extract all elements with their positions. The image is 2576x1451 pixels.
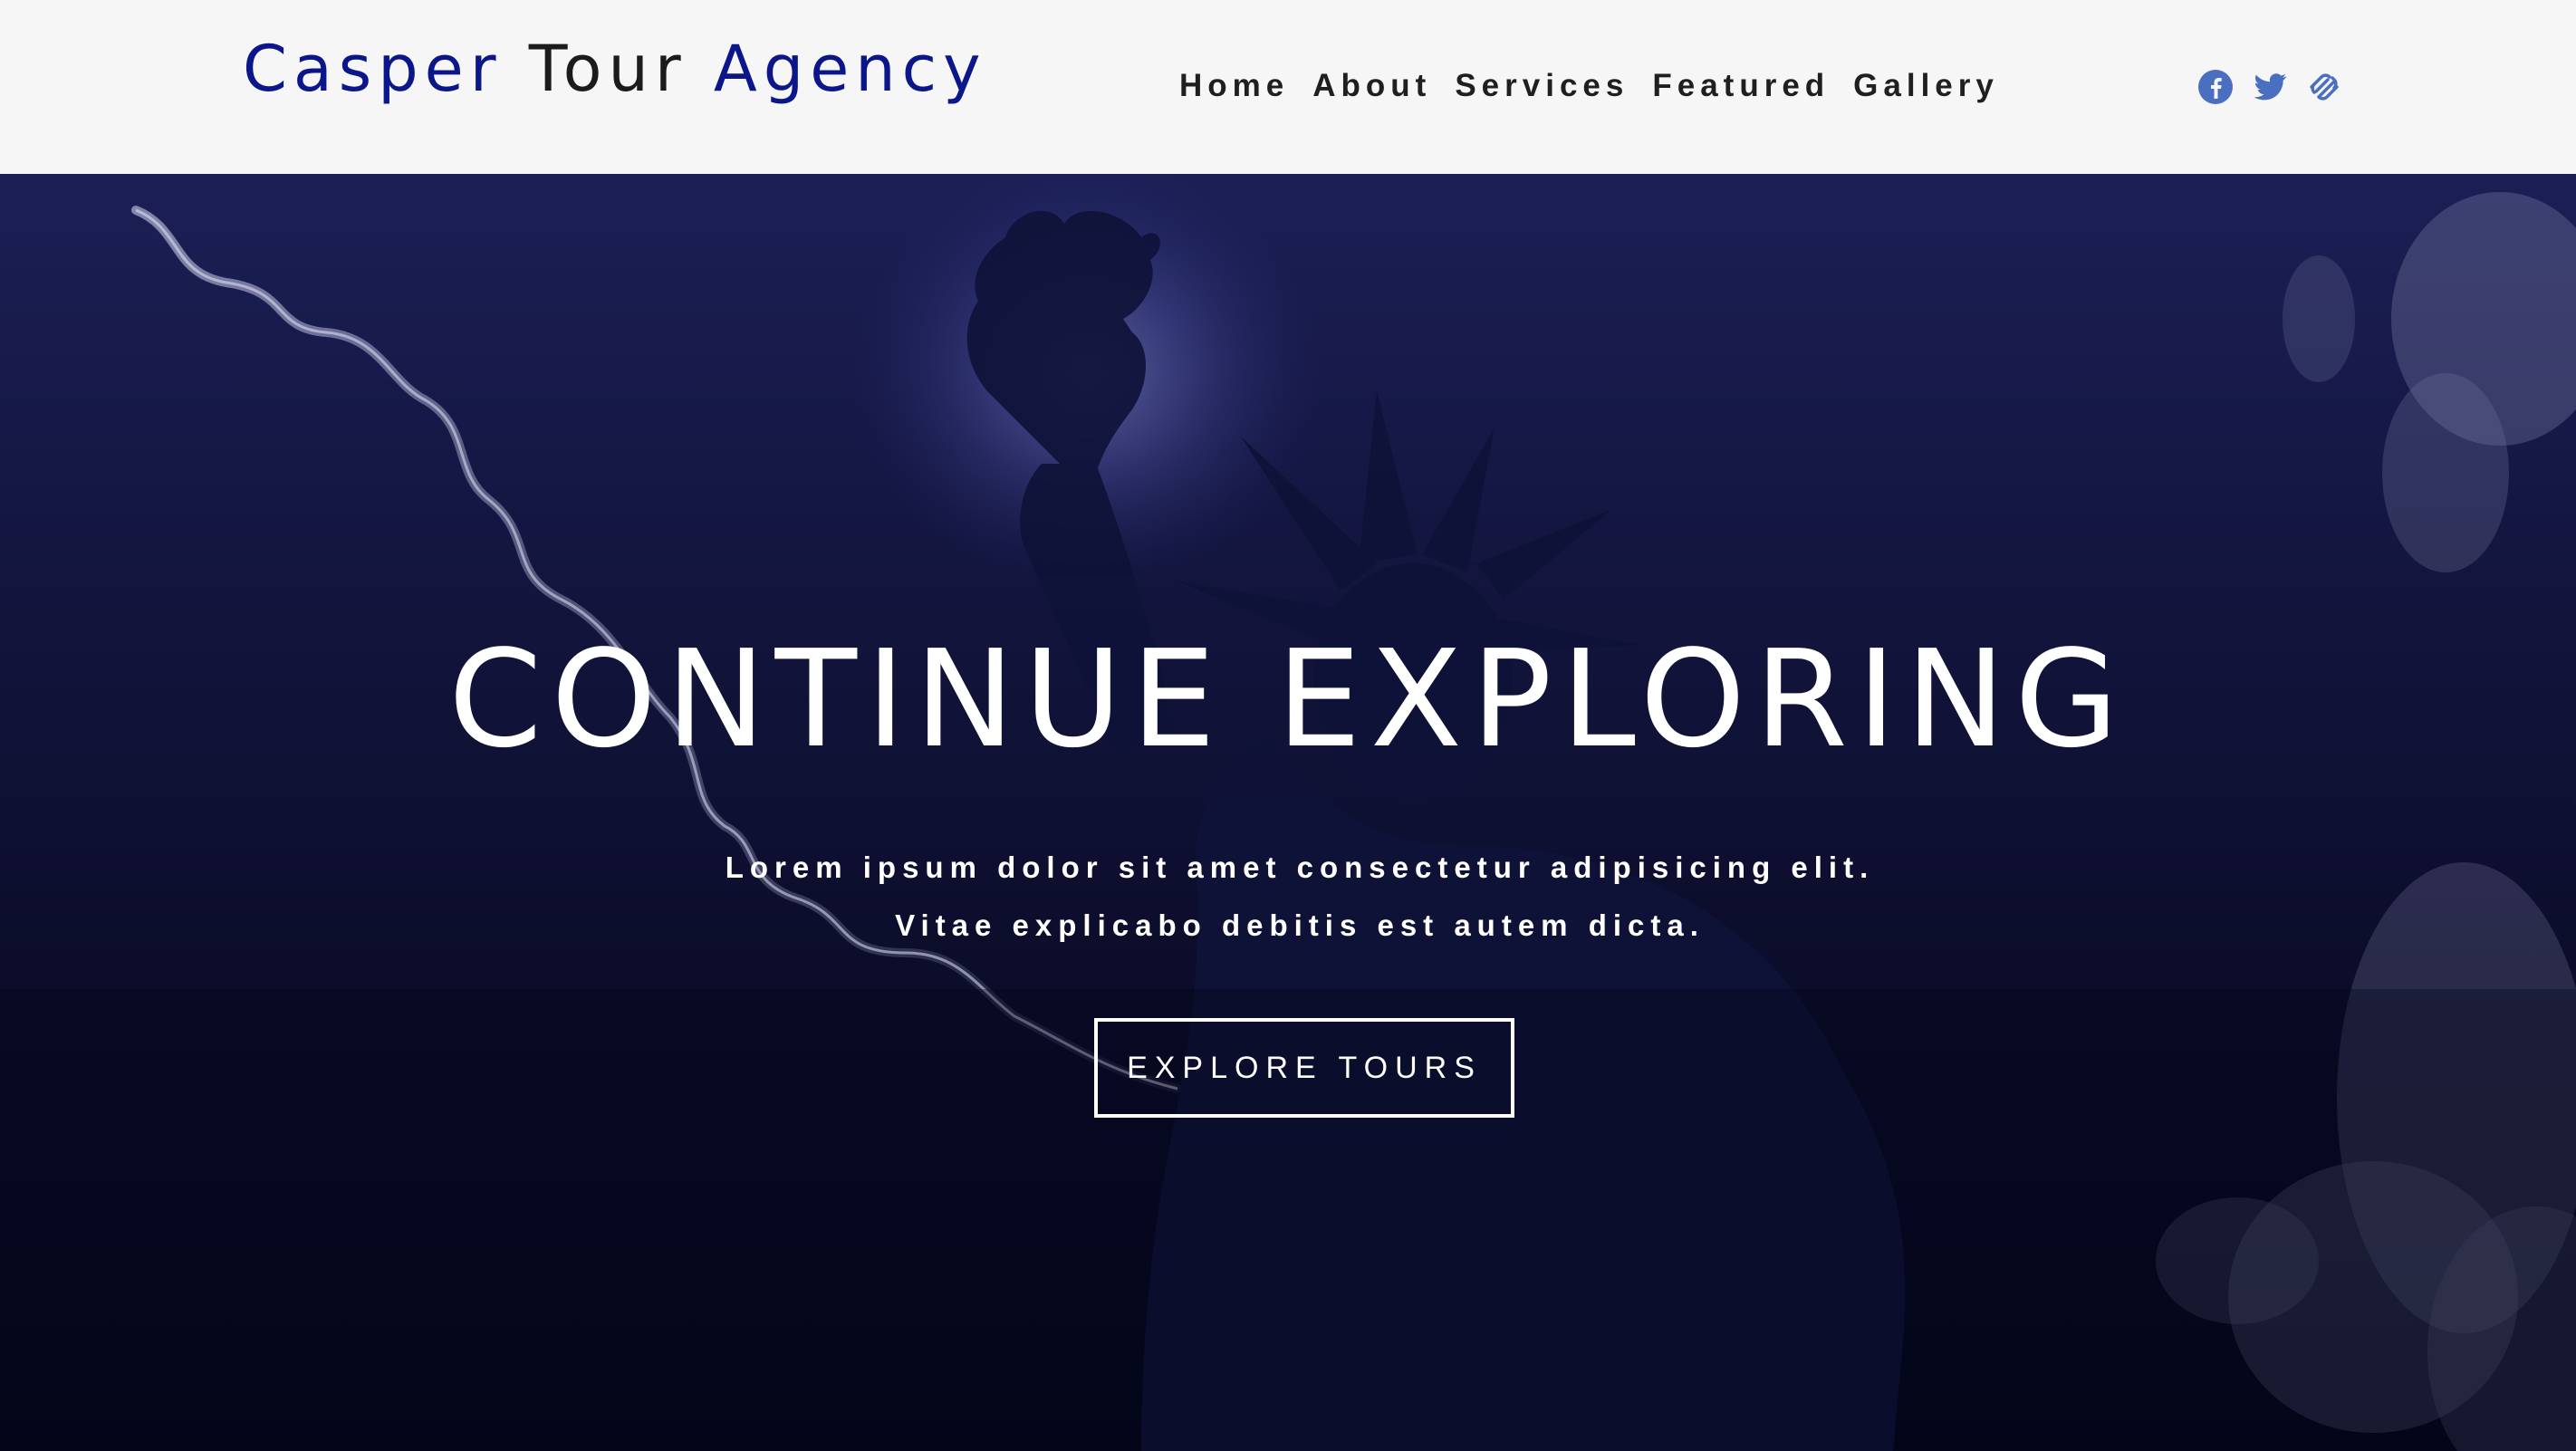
brand-name-part1: Casper (243, 32, 503, 106)
squarespace-icon[interactable] (2306, 69, 2342, 105)
nav-link-featured[interactable]: Featured (1652, 63, 1830, 109)
nav-link-about[interactable]: About (1312, 63, 1431, 109)
brand-logo[interactable]: Casper Tour Agency (243, 31, 987, 107)
hero-subtitle: Lorem ipsum dolor sit amet consectetur a… (725, 850, 1875, 942)
main-nav: Home About Services Featured Gallery (1179, 63, 1999, 109)
nav-link-services[interactable]: Services (1455, 63, 1629, 109)
social-links (2197, 69, 2342, 105)
nav-link-gallery[interactable]: Gallery (1853, 63, 1999, 109)
hero-section: CONTINUE EXPLORING Lorem ipsum dolor sit… (0, 174, 2576, 1451)
hero-background-image (0, 174, 2576, 1451)
twitter-icon[interactable] (2252, 69, 2288, 105)
explore-tours-button[interactable]: EXPLORE TOURS (1094, 1018, 1514, 1118)
nav-link-home[interactable]: Home (1179, 63, 1289, 109)
navbar: Casper Tour Agency Home About Services F… (0, 0, 2576, 174)
brand-name-part3: Agency (713, 32, 987, 106)
brand-name-part2: Tour (528, 32, 687, 106)
hero-title: CONTINUE EXPLORING (448, 621, 2128, 777)
facebook-icon[interactable] (2197, 69, 2234, 105)
